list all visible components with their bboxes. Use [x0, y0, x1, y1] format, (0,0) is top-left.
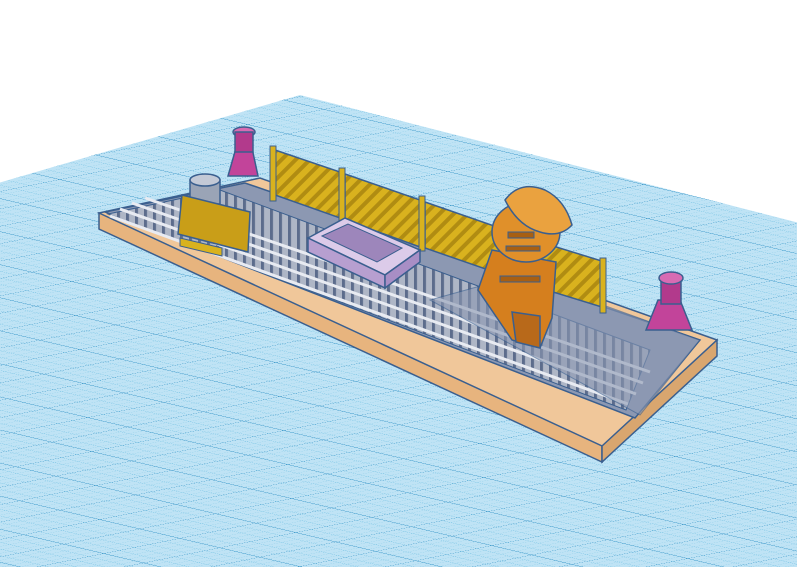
3d-viewport[interactable] — [0, 0, 797, 567]
scene-canvas[interactable] — [0, 0, 797, 567]
